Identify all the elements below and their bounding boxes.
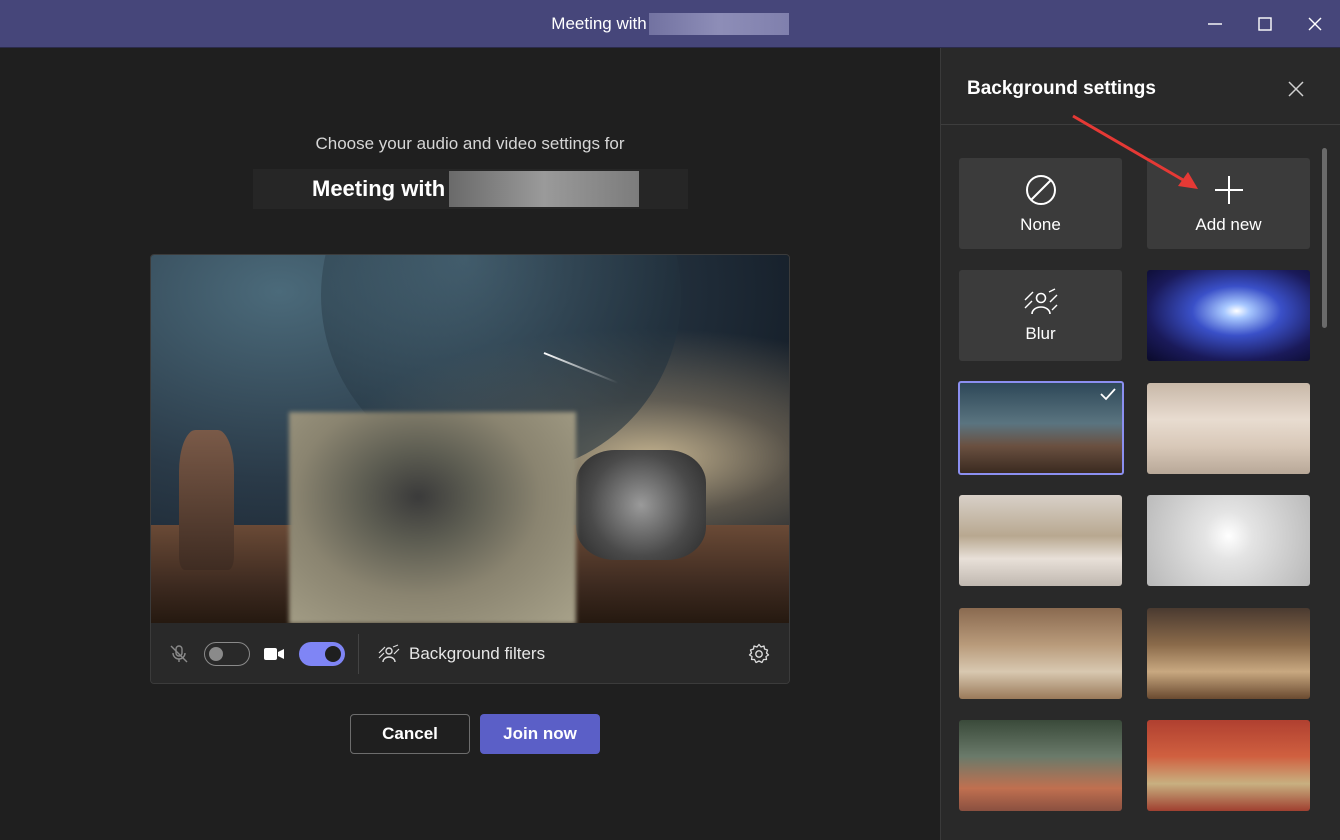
video-preview: Background filters <box>150 254 790 684</box>
background-thumb-room-7[interactable] <box>1147 720 1310 811</box>
camera-icon-wrap[interactable] <box>263 645 285 663</box>
panel-scrollbar[interactable] <box>1322 148 1327 328</box>
background-option-blur[interactable]: Blur <box>959 270 1122 361</box>
blur-icon <box>1024 287 1057 314</box>
option-label: None <box>1020 214 1061 234</box>
join-now-button[interactable]: Join now <box>480 714 600 754</box>
panel-header: Background settings <box>941 48 1340 125</box>
background-filters-label: Background filters <box>409 644 546 663</box>
background-thumb-room-1[interactable] <box>1147 383 1310 474</box>
maximize-icon <box>1258 17 1272 31</box>
preview-controls: Background filters <box>151 623 789 683</box>
background-option-none[interactable]: None <box>959 158 1122 249</box>
background-scene <box>151 255 789 623</box>
camera-icon <box>264 648 284 660</box>
background-thumb-room-4[interactable] <box>959 608 1122 699</box>
title-bar: Meeting with <box>0 0 1340 48</box>
background-thumb-desert[interactable] <box>958 381 1124 475</box>
maximize-button[interactable] <box>1240 0 1290 48</box>
controls-divider <box>358 634 359 674</box>
mic-off-icon <box>170 645 188 663</box>
gear-icon <box>748 643 770 664</box>
mic-toggle[interactable] <box>204 642 250 666</box>
cancel-button[interactable]: Cancel <box>350 714 470 754</box>
background-thumb-room-3[interactable] <box>1147 495 1310 586</box>
none-icon <box>1025 174 1056 205</box>
rock-spire <box>179 430 234 570</box>
background-option-add-new[interactable]: Add new <box>1147 158 1310 249</box>
background-thumb-room-6[interactable] <box>959 720 1122 811</box>
plus-icon <box>1214 175 1243 204</box>
redacted-name <box>648 13 789 35</box>
meeting-name-row: Meeting with <box>253 169 688 209</box>
close-window-button[interactable] <box>1290 0 1340 48</box>
option-label: Blur <box>1025 323 1056 343</box>
camera-toggle[interactable] <box>299 642 345 666</box>
panel-title: Background settings <box>967 78 1156 99</box>
panel-close-button[interactable] <box>1281 74 1311 104</box>
background-thumb-space[interactable] <box>1147 270 1310 361</box>
background-filters-button[interactable]: Background filters <box>378 644 545 664</box>
background-settings-panel: Background settings None Add new Blur <box>940 48 1340 840</box>
minimize-icon <box>1208 23 1222 25</box>
redacted-meeting-name <box>449 171 640 207</box>
close-icon <box>1288 81 1304 97</box>
toggle-knob <box>325 646 341 662</box>
background-thumb-room-2[interactable] <box>959 495 1122 586</box>
prejoin-area: Choose your audio and video settings for… <box>0 48 940 840</box>
option-label: Add new <box>1195 214 1262 234</box>
spaceship <box>576 450 706 560</box>
mic-toggle-icon-wrap[interactable] <box>168 643 190 665</box>
meeting-name: Meeting with <box>312 176 446 201</box>
blurred-person <box>289 412 576 623</box>
minimize-button[interactable] <box>1190 0 1240 48</box>
window-title-text: Meeting with <box>551 14 647 33</box>
checkmark-icon <box>1100 388 1116 401</box>
intro-text: Choose your audio and video settings for <box>315 134 625 153</box>
window-title: Meeting with <box>0 0 1340 48</box>
close-icon <box>1308 17 1322 31</box>
background-effects-icon <box>378 644 400 663</box>
background-thumb-room-5[interactable] <box>1147 608 1310 699</box>
device-settings-button[interactable] <box>748 643 770 665</box>
toggle-knob <box>209 647 223 661</box>
